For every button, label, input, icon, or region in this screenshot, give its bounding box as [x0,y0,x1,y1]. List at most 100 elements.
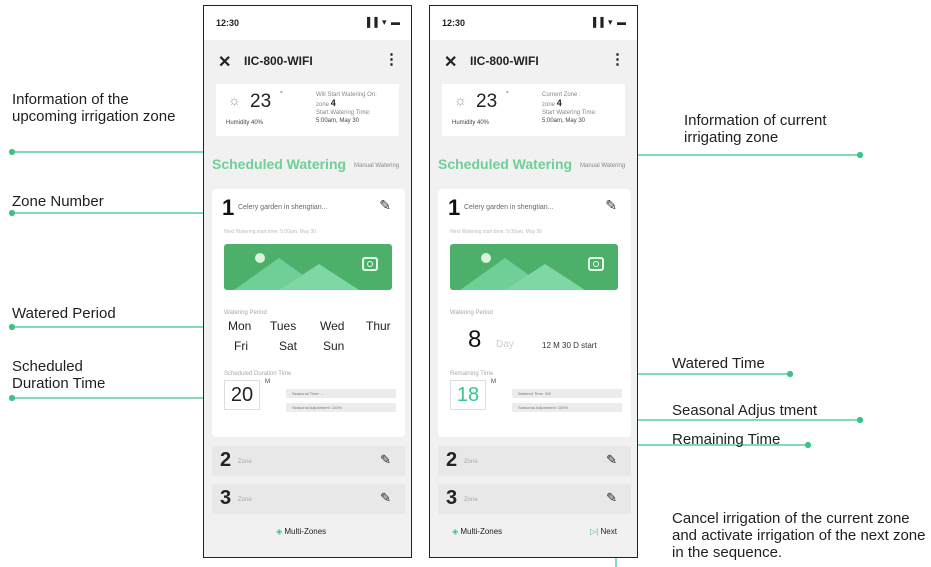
annotation-cancel-next: Cancel irrigation of the current zone an… [672,510,926,561]
period-days-value: 8 [468,326,482,353]
start-time: 5:00am, May 30 [542,118,586,124]
period-days-unit: Day [496,339,514,350]
day-wed[interactable]: Wed [320,319,344,333]
watering-period-label: Watering Period [450,310,493,316]
zone-card: 1 Celery garden in shengtian... ✎ Next W… [438,189,631,437]
zone-photo[interactable] [450,244,618,290]
day-tues[interactable]: Tues [270,319,296,333]
sun-icon: ☼ [454,92,467,108]
bottom-bar: ◈ Multi-Zones [204,515,411,557]
layers-icon: ◈ [452,527,459,536]
status-bar: 12:30 ▐▐ ▾ ▬ [430,6,637,40]
humidity: Humidity 40% [226,120,264,126]
status-bar: 12:30 ▐▐ ▾ ▬ [204,6,411,40]
zone-row-2[interactable]: 2 Zone ✎ [212,446,405,476]
multi-zones-button[interactable]: ◈ Multi-Zones [276,527,326,536]
close-icon[interactable]: ✕ [218,52,231,72]
zone-row-3[interactable]: 3 Zone ✎ [212,484,405,514]
multi-zones-button[interactable]: ◈ Multi-Zones [452,527,502,536]
signal-wifi-battery-icon: ▐▐ ▾ ▬ [363,17,401,27]
more-menu-icon[interactable]: ⋮ [610,50,625,68]
next-zone-button[interactable]: ▷| Next [590,527,617,536]
tab-manual-watering[interactable]: Manual Watering [354,163,399,169]
layers-icon: ◈ [276,527,283,536]
day-fri[interactable]: Fri [234,339,248,353]
zone-prefix: zone [542,102,556,108]
annotation-watered-time: Watered Time [672,355,765,372]
current-zone-label: Current Zone : [542,92,581,98]
start-time: 5:00am, May 30 [316,118,360,124]
start-time-label: Start Watering Time: [542,110,597,116]
remaining-unit: M [491,379,496,385]
watering-period-label: Watering Period [224,310,267,316]
weather-card: ☼ 23 ° Humidity 40% Will Start Watering … [216,84,399,136]
zone-number: 3 [220,487,232,509]
watered-time-bar: Watered Time: 2M [512,389,622,398]
zone-number: 2 [446,449,458,471]
edit-icon[interactable]: ✎ [605,197,617,214]
edit-icon[interactable]: ✎ [606,452,617,468]
status-time: 12:30 [216,18,240,28]
close-icon[interactable]: ✕ [444,52,457,72]
seasonal-time-bar: Seasonal Time: ... [286,389,396,398]
day-mon[interactable]: Mon [228,319,251,333]
app-bar: ✕ IIC-800-WIFI ⋮ [430,40,637,82]
phone-current: 12:30 ▐▐ ▾ ▬ ✕ IIC-800-WIFI ⋮ ☼ 23 ° Hum… [429,5,638,558]
status-time: 12:30 [442,18,466,28]
duration-label: Scheduled Duration Time [224,371,292,377]
edit-icon[interactable]: ✎ [606,490,617,506]
zone-label: Zone [238,497,252,503]
camera-icon[interactable] [362,257,378,271]
seasonal-adjustment-bar: Seasonal Adjustment: 100% [286,403,396,412]
will-start-label: Will Start Watering On: [316,92,377,98]
day-sun[interactable]: Sun [323,339,344,353]
period-start: 12 M 30 D start [542,341,597,350]
degree-sign: ° [280,91,283,98]
duration-unit: M [265,379,270,385]
phone-upcoming: 12:30 ▐▐ ▾ ▬ ✕ IIC-800-WIFI ⋮ ☼ 23 ° Hum… [203,5,412,558]
zone-prefix: zone [316,102,330,108]
zone-row-2[interactable]: 2 Zone ✎ [438,446,631,476]
device-title: IIC-800-WIFI [470,54,539,68]
zone-number: 1 [222,195,235,220]
seasonal-adjustment-bar: Seasonal Adjustment: 100% [512,403,622,412]
tab-scheduled-watering[interactable]: Scheduled Watering [438,156,572,172]
edit-icon[interactable]: ✎ [379,197,391,214]
device-title: IIC-800-WIFI [244,54,313,68]
zone-number: 3 [446,487,458,509]
tab-scheduled-watering[interactable]: Scheduled Watering [212,156,346,172]
more-menu-icon[interactable]: ⋮ [384,50,399,68]
app-bar: ✕ IIC-800-WIFI ⋮ [204,40,411,82]
camera-icon[interactable] [588,257,604,271]
annotation-upcoming-zone: Information of the upcoming irrigation z… [12,91,176,125]
next-start-time: Next Watering start time: 5:00am, May 30 [450,229,543,235]
day-sat[interactable]: Sat [279,339,297,353]
annotation-current-zone: Information of current irrigating zone [684,112,827,146]
temperature: 23 [476,91,498,112]
skip-next-icon: ▷| [590,527,599,536]
annotation-seasonal-adjustment: Seasonal Adjus tment [672,402,818,419]
zone-label: Zone [464,459,478,465]
annotation-zone-number: Zone Number [12,193,104,210]
edit-icon[interactable]: ✎ [380,490,391,506]
zone-photo[interactable] [224,244,392,290]
edit-icon[interactable]: ✎ [380,452,391,468]
degree-sign: ° [506,91,509,98]
temperature: 23 [250,91,272,112]
zone-name: Celery garden in shengtian... [464,204,554,211]
zone-row-3[interactable]: 3 Zone ✎ [438,484,631,514]
sun-icon: ☼ [228,92,241,108]
humidity: Humidity 40% [452,120,490,126]
duration-value[interactable]: 20 [224,380,260,410]
zone-number: 2 [220,449,232,471]
tab-manual-watering[interactable]: Manual Watering [580,163,625,169]
zone-label: Zone [464,497,478,503]
current-zone-number: 4 [556,98,562,108]
zone-number: 1 [448,195,461,220]
annotation-watered-period: Watered Period [12,305,116,322]
start-time-label: Start Watering Time: [316,110,371,116]
multi-zones-label: Multi-Zones [284,527,327,536]
zone-line: zone 4 [316,99,396,109]
day-thur[interactable]: Thur [366,319,391,333]
remaining-time-label: Remaining Time [450,371,494,377]
